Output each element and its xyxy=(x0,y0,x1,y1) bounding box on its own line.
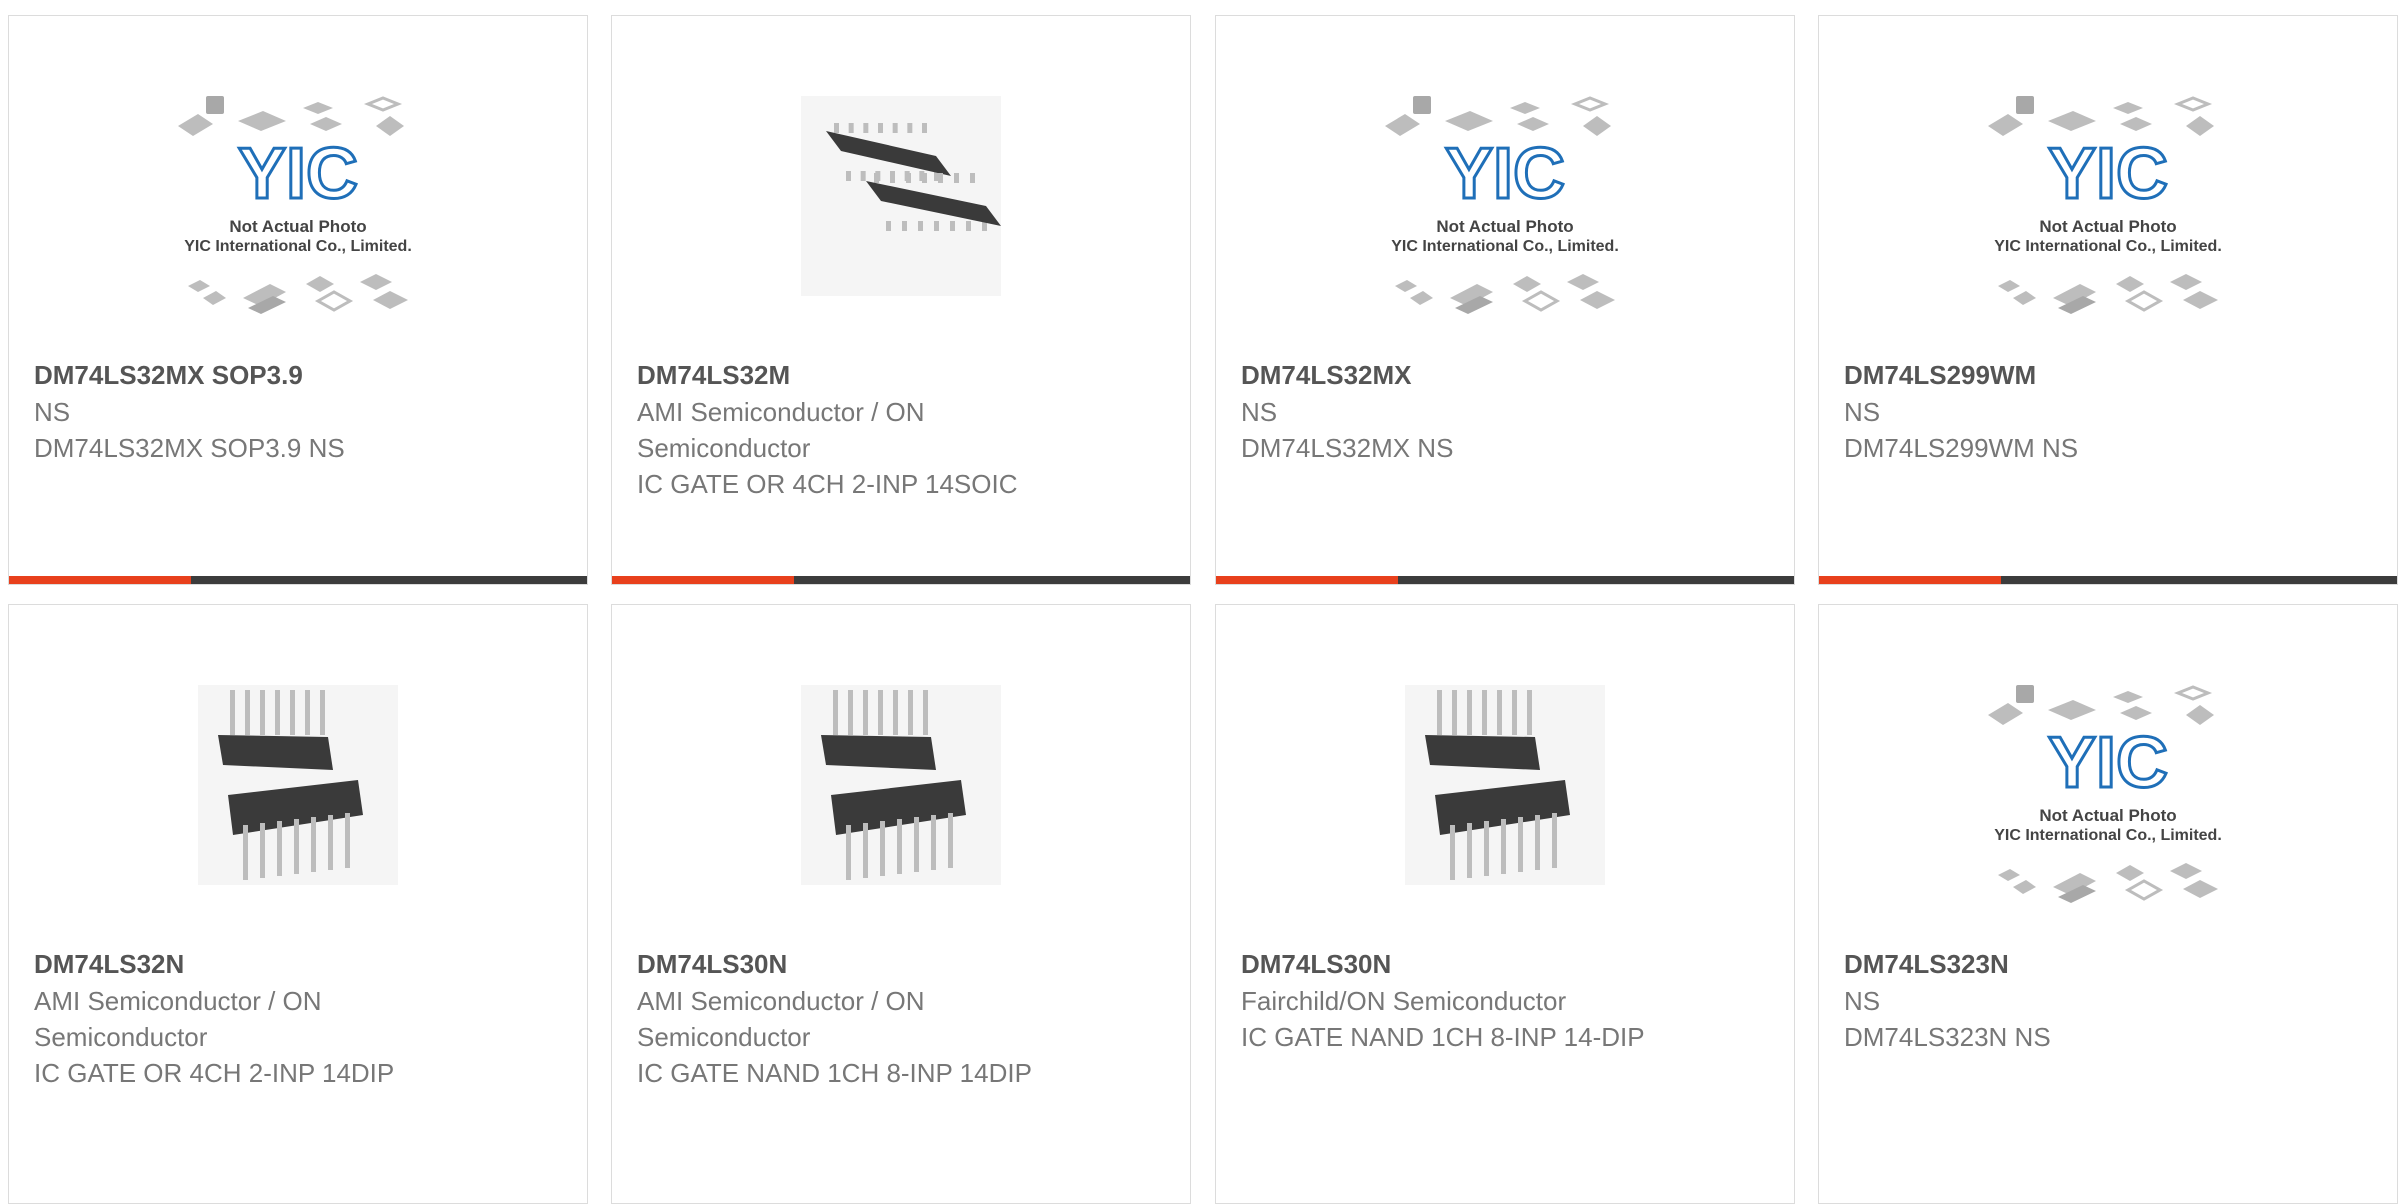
part-number[interactable]: DM74LS30N xyxy=(1241,945,1661,983)
product-image[interactable]: YIC Not Actual Photo YIC International Co.… xyxy=(1216,16,1794,346)
svg-text:Not Actual Photo: Not Actual Photo xyxy=(2039,217,2176,236)
svg-text:Not Actual Photo: Not Actual Photo xyxy=(1436,217,1573,236)
card-accent-bar xyxy=(1819,576,2397,584)
svg-text:YIC: YIC xyxy=(2048,134,2168,214)
svg-text:YIC: YIC xyxy=(1445,134,1565,214)
svg-text:Not Actual Photo: Not Actual Photo xyxy=(2039,806,2176,825)
svg-text:YIC: YIC xyxy=(238,134,358,214)
svg-text:YIC International Co., Limited: YIC International Co., Limited. xyxy=(1391,238,1619,255)
product-card[interactable]: YIC Not Actual Photo YIC International Co.… xyxy=(1818,604,2398,1204)
product-grid: YIC Not Actual Photo YIC International Co.… xyxy=(0,0,2400,1204)
svg-text:YIC: YIC xyxy=(2048,723,2168,803)
product-card[interactable]: DM74LS32M AMI Semiconductor / ON Semicon… xyxy=(611,15,1191,585)
description: DM74LS32MX SOP3.9 NS xyxy=(34,433,345,463)
yic-placeholder-icon: YIC Not Actual Photo YIC International Co.… xyxy=(178,96,412,314)
manufacturer: NS xyxy=(1844,397,1881,427)
product-image[interactable] xyxy=(1216,605,1794,935)
description: DM74LS299WM NS xyxy=(1844,433,2079,463)
svg-text:YIC International Co., Limited: YIC International Co., Limited. xyxy=(184,238,412,255)
product-image[interactable]: YIC Not Actual Photo YIC International Co.… xyxy=(9,16,587,346)
part-number[interactable]: DM74LS32MX SOP3.9 xyxy=(34,356,454,394)
product-card[interactable]: YIC Not Actual Photo YIC International Co.… xyxy=(1818,15,2398,585)
product-image[interactable] xyxy=(612,605,1190,935)
manufacturer: Fairchild/ON Semiconductor xyxy=(1241,986,1567,1016)
card-accent-bar xyxy=(1216,576,1794,584)
description: IC GATE NAND 1CH 8-INP 14-DIP xyxy=(1241,1022,1645,1052)
manufacturer: NS xyxy=(34,397,71,427)
soic-chip-icon xyxy=(801,96,1001,296)
description: IC GATE OR 4CH 2-INP 14SOIC xyxy=(637,469,1018,499)
yic-placeholder-icon: YIC Not Actual Photo YIC International Co.… xyxy=(1385,96,1619,314)
yic-placeholder-icon: YIC Not Actual Photo YIC International Co.… xyxy=(1988,685,2222,903)
part-number[interactable]: DM74LS32M xyxy=(637,356,1057,394)
manufacturer: AMI Semiconductor / ON Semiconductor xyxy=(637,397,925,463)
manufacturer: AMI Semiconductor / ON Semiconductor xyxy=(34,986,322,1052)
dip-chip-icon xyxy=(198,685,398,885)
part-number[interactable]: DM74LS299WM xyxy=(1844,356,2264,394)
product-card[interactable]: DM74LS32N AMI Semiconductor / ON Semicon… xyxy=(8,604,588,1204)
description: DM74LS323N NS xyxy=(1844,1022,2051,1052)
product-card[interactable]: DM74LS30N AMI Semiconductor / ON Semicon… xyxy=(611,604,1191,1204)
dip-chip-icon xyxy=(1405,685,1605,885)
product-image[interactable] xyxy=(612,16,1190,346)
dip-chip-icon xyxy=(801,685,1001,885)
product-image[interactable]: YIC Not Actual Photo YIC International Co.… xyxy=(1819,605,2397,935)
part-number[interactable]: DM74LS32N xyxy=(34,945,454,983)
part-number[interactable]: DM74LS30N xyxy=(637,945,1057,983)
manufacturer: NS xyxy=(1241,397,1278,427)
svg-text:YIC International Co., Limited: YIC International Co., Limited. xyxy=(1994,827,2222,844)
svg-text:YIC International Co., Limited: YIC International Co., Limited. xyxy=(1994,238,2222,255)
yic-placeholder-icon: YIC Not Actual Photo YIC International Co.… xyxy=(1988,96,2222,314)
product-image[interactable] xyxy=(9,605,587,935)
manufacturer: AMI Semiconductor / ON Semiconductor xyxy=(637,986,925,1052)
product-card[interactable]: YIC Not Actual Photo YIC International Co.… xyxy=(1215,15,1795,585)
manufacturer: NS xyxy=(1844,986,1881,1016)
product-card[interactable]: YIC Not Actual Photo YIC International Co.… xyxy=(8,15,588,585)
description: DM74LS32MX NS xyxy=(1241,433,1454,463)
card-accent-bar xyxy=(9,576,587,584)
svg-text:Not Actual Photo: Not Actual Photo xyxy=(229,217,366,236)
part-number[interactable]: DM74LS323N xyxy=(1844,945,2264,983)
part-number[interactable]: DM74LS32MX xyxy=(1241,356,1661,394)
description: IC GATE NAND 1CH 8-INP 14DIP xyxy=(637,1058,1032,1088)
card-accent-bar xyxy=(612,576,1190,584)
product-image[interactable]: YIC Not Actual Photo YIC International Co.… xyxy=(1819,16,2397,346)
product-card[interactable]: DM74LS30N Fairchild/ON Semiconductor IC … xyxy=(1215,604,1795,1204)
description: IC GATE OR 4CH 2-INP 14DIP xyxy=(34,1058,395,1088)
